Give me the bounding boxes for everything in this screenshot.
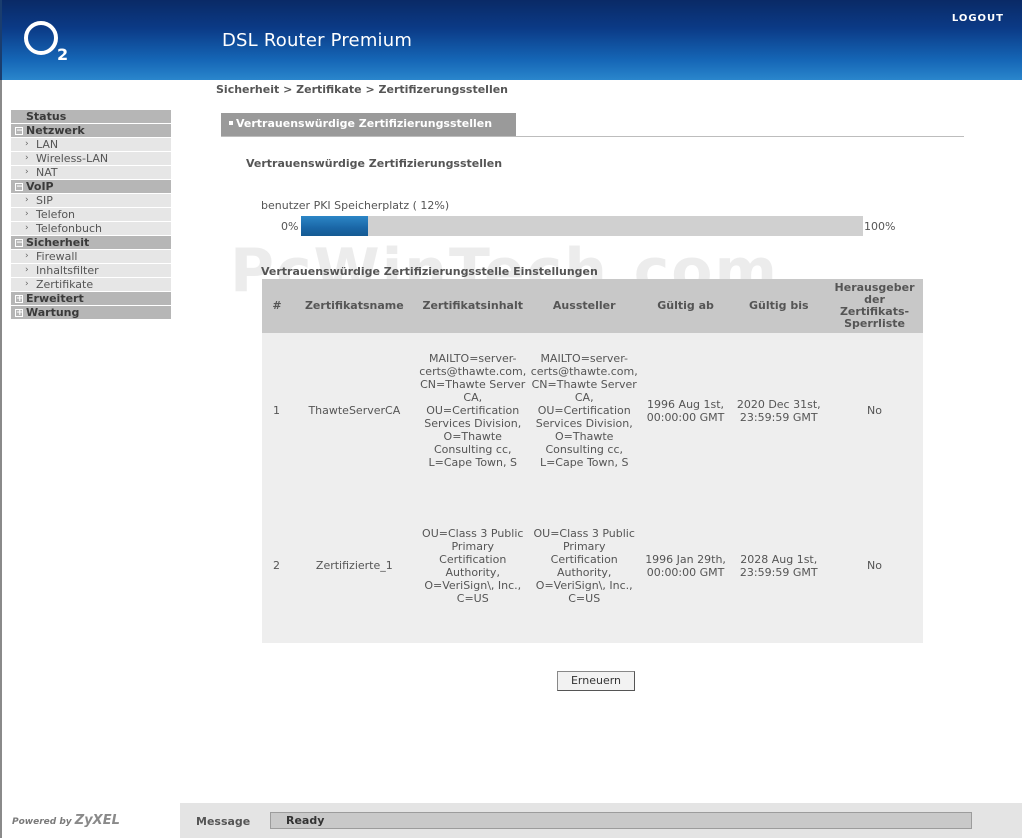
bullet-icon (229, 121, 233, 125)
sidebar-item-wireless-lan[interactable]: › Wireless-LAN (11, 152, 171, 166)
message-label: Message (196, 815, 251, 828)
tab-trusted-cas[interactable]: Vertrauenswürdige Zertifizierungsstellen (221, 113, 516, 136)
settings-title: Vertrauenswürdige Zertifizierungsstelle … (261, 265, 598, 278)
cell-num: 1 (262, 333, 292, 488)
o2-logo: 2 (24, 21, 68, 64)
sidebar-item-sip[interactable]: › SIP (11, 194, 171, 208)
cell-content: MAILTO=server-certs@thawte.com, CN=Thawt… (416, 333, 529, 488)
sidebar-item-telefonbuch[interactable]: › Telefonbuch (11, 222, 171, 236)
sidebar-item-inhaltsfilter[interactable]: › Inhaltsfilter (11, 264, 171, 278)
tab-label: Vertrauenswürdige Zertifizierungsstellen (236, 117, 493, 130)
sidebar-item-label: NAT (36, 166, 58, 179)
sidebar-item-firewall[interactable]: › Firewall (11, 250, 171, 264)
cell-valid-to: 2020 Dec 31st, 23:59:59 GMT (731, 333, 827, 488)
pki-min-label: 0% (281, 220, 299, 233)
cell-issuer: OU=Class 3 Public Primary Certification … (528, 488, 640, 643)
sidebar-group-sicherheit[interactable]: − Sicherheit (11, 236, 171, 250)
sidebar-group-voip[interactable]: − VoIP (11, 180, 171, 194)
sidebar-group-wartung[interactable]: + Wartung (11, 306, 171, 320)
col-header-crl: Herausgeber der Zertifikats-Sperrliste (826, 279, 923, 333)
table-header-row: # Zertifikatsname Zertifikatsinhalt Auss… (262, 279, 923, 333)
sidebar-group-label: VoIP (26, 180, 54, 193)
col-header-content: Zertifikatsinhalt (416, 279, 529, 333)
arrow-icon: › (25, 279, 29, 289)
arrow-icon: › (25, 139, 29, 149)
sidebar-item-label: Firewall (36, 250, 78, 263)
cell-issuer: MAILTO=server-certs@thawte.com, CN=Thawt… (528, 333, 640, 488)
col-header-name: Zertifikatsname (291, 279, 417, 333)
svg-text:2: 2 (57, 45, 68, 64)
table-row[interactable]: 1 ThawteServerCA MAILTO=server-certs@tha… (262, 333, 923, 488)
cell-crl: No (826, 333, 923, 488)
sidebar-item-label: Telefon (36, 208, 76, 221)
sidebar-group-label: Erweitert (26, 292, 84, 305)
sidebar-item-label: SIP (36, 194, 53, 207)
cell-crl: No (826, 488, 923, 643)
sidebar-item-label: Telefonbuch (36, 222, 102, 235)
cell-content: OU=Class 3 Public Primary Certification … (416, 488, 529, 643)
cell-name: ThawteServerCA (291, 333, 417, 488)
sidebar-group-label: Netzwerk (26, 124, 85, 137)
pki-usage-fill (301, 216, 369, 236)
cell-valid-to: 2028 Aug 1st, 23:59:59 GMT (731, 488, 827, 643)
col-header-issuer: Aussteller (528, 279, 640, 333)
arrow-icon: › (25, 195, 29, 205)
cell-name: Zertifizierte_1 (291, 488, 417, 643)
sidebar-nav: Status − Netzwerk › LAN › Wireless-LAN › NA… (11, 110, 171, 320)
cell-valid-from: 1996 Jan 29th, 00:00:00 GMT (639, 488, 732, 643)
powered-by-label: Powered by (12, 817, 72, 827)
message-text: Ready (286, 814, 325, 827)
sidebar-item-lan[interactable]: › LAN (11, 138, 171, 152)
sidebar-item-label: Inhaltsfilter (36, 264, 99, 277)
left-border (0, 80, 2, 838)
app-title: DSL Router Premium (222, 30, 413, 51)
collapse-icon[interactable]: − (15, 239, 24, 248)
sidebar-item-label: Zertifikate (36, 278, 94, 291)
col-header-valid-to: Gültig bis (731, 279, 827, 333)
sidebar-group-netzwerk[interactable]: − Netzwerk (11, 124, 171, 138)
sidebar-group-label: Sicherheit (26, 236, 90, 249)
logout-link[interactable]: LOGOUT (952, 13, 1004, 24)
arrow-icon: › (25, 251, 29, 261)
collapse-icon[interactable]: − (15, 127, 24, 136)
sidebar-group-label: Wartung (26, 306, 80, 319)
zyxel-logo: ZyXEL (74, 813, 120, 828)
app-header: 2 DSL Router Premium LOGOUT (0, 0, 1022, 80)
pki-usage-label: benutzer PKI Speicherplatz ( 12%) (261, 199, 450, 212)
col-header-valid-from: Gültig ab (639, 279, 732, 333)
sidebar-item-telefon[interactable]: › Telefon (11, 208, 171, 222)
arrow-icon: › (25, 209, 29, 219)
expand-icon[interactable]: + (15, 309, 24, 318)
sidebar-item-status[interactable]: Status (11, 110, 171, 124)
renew-button[interactable]: Erneuern (557, 671, 635, 691)
arrow-icon: › (25, 167, 29, 177)
cell-num: 2 (262, 488, 292, 643)
expand-icon[interactable]: + (15, 295, 24, 304)
sidebar-item-label: Wireless-LAN (36, 152, 109, 165)
sidebar-item-label: LAN (36, 138, 59, 151)
table-row[interactable]: 2 Zertifizierte_1 OU=Class 3 Public Prim… (262, 488, 923, 643)
pki-max-label: 100% (864, 220, 896, 233)
cell-valid-from: 1996 Aug 1st, 00:00:00 GMT (639, 333, 732, 488)
sidebar-item-zertifikate[interactable]: › Zertifikate (11, 278, 171, 292)
arrow-icon: › (25, 265, 29, 275)
collapse-icon[interactable]: − (15, 183, 24, 192)
pki-usage-bar (301, 216, 863, 236)
section-divider (221, 136, 964, 137)
sidebar-item-nat[interactable]: › NAT (11, 166, 171, 180)
certificate-table: # Zertifikatsname Zertifikatsinhalt Auss… (262, 279, 923, 643)
arrow-icon: › (25, 153, 29, 163)
powered-by-zyxel: Powered by ZyXEL (12, 813, 120, 828)
section-subtitle: Vertrauenswürdige Zertifizierungsstellen (246, 157, 503, 170)
breadcrumb: Sicherheit > Zertifikate > Zertifizerung… (216, 83, 509, 96)
sidebar-group-erweitert[interactable]: + Erweitert (11, 292, 171, 306)
arrow-icon: › (25, 223, 29, 233)
col-header-num: # (262, 279, 292, 333)
message-box: Ready (270, 812, 972, 829)
